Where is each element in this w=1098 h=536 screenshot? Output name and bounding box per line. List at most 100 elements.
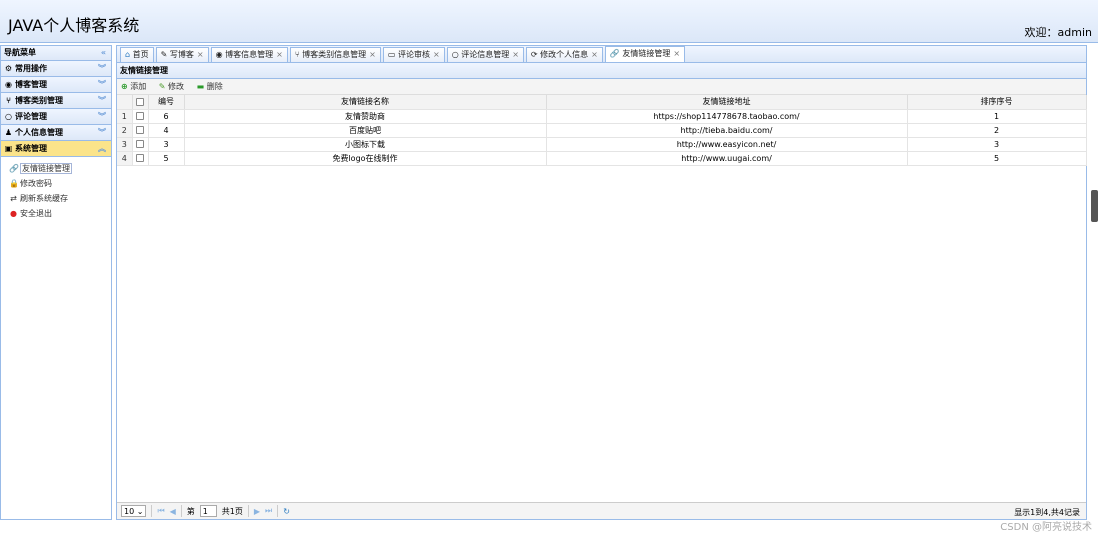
lock-icon: 🔒: [9, 179, 19, 188]
close-icon[interactable]: ×: [197, 50, 204, 59]
cell-order: 3: [907, 137, 1087, 152]
table-header: 编号 友情链接名称 友情链接地址 排序序号: [117, 95, 1087, 110]
column-header-name[interactable]: 友情链接名称: [184, 95, 547, 110]
column-header-url[interactable]: 友情链接地址: [546, 95, 908, 110]
prev-page-icon[interactable]: ◀: [170, 507, 176, 516]
tab-edit-profile[interactable]: ⟳ 修改个人信息 ×: [525, 47, 603, 62]
sidebar-section-system[interactable]: ▣ 系统管理 ︽: [1, 141, 111, 157]
cell-name: 百度贴吧: [184, 123, 547, 138]
review-icon: ▭: [387, 50, 396, 59]
sidebar-section-comment[interactable]: ○ 评论管理 ︾: [1, 109, 111, 125]
close-icon[interactable]: ×: [673, 49, 680, 58]
sidebar-item-change-password[interactable]: 🔒修改密码: [1, 176, 111, 191]
add-button[interactable]: ⊕ 添加: [121, 82, 146, 91]
page-number-input[interactable]: 1: [199, 505, 217, 517]
system-icon: ▣: [4, 144, 13, 153]
tab-blog-type-manage[interactable]: ⑂ 博客类别信息管理 ×: [289, 47, 381, 62]
cell-url: http://www.uugai.com/: [546, 151, 908, 166]
tab-label: 博客信息管理: [225, 50, 274, 59]
edit-button[interactable]: ✎ 修改: [159, 82, 184, 91]
divider: [247, 505, 249, 517]
next-page-icon[interactable]: ▶: [254, 507, 260, 516]
blog-icon: ◉: [215, 50, 223, 59]
row-checkbox[interactable]: [132, 137, 149, 152]
select-all-checkbox[interactable]: [132, 95, 149, 110]
first-page-icon[interactable]: ⏮: [157, 506, 164, 516]
cell-order: 1: [907, 109, 1087, 124]
app-header: JAVA个人博客系统 欢迎：admin: [0, 0, 1098, 43]
chevron-down-icon: ︾: [98, 112, 106, 121]
divider: [151, 505, 153, 517]
add-label: 添加: [130, 82, 147, 91]
sidebar-section-personal[interactable]: ♟ 个人信息管理 ︾: [1, 125, 111, 141]
sidebar-item-logout[interactable]: ● 安全退出: [1, 206, 111, 221]
table-row[interactable]: 3 3 小图标下载 http://www.easyicon.net/ 3: [117, 137, 1087, 152]
tab-comment-manage[interactable]: ○ 评论信息管理 ×: [446, 47, 524, 62]
chevron-down-icon: ︾: [98, 80, 106, 89]
section-label: 博客类别管理: [15, 96, 63, 105]
cell-url: https://shop114778678.taobao.com/: [546, 109, 908, 124]
tab-home[interactable]: ⌂ 首页: [120, 47, 154, 62]
link-icon: 🔗: [609, 49, 620, 58]
close-icon[interactable]: ×: [433, 50, 440, 59]
table-row[interactable]: 4 5 免费logo在线制作 http://www.uugai.com/ 5: [117, 151, 1087, 166]
cell-name: 免费logo在线制作: [184, 151, 547, 166]
close-icon[interactable]: ×: [591, 50, 598, 59]
sidebar-section-blog-type[interactable]: ⑂ 博客类别管理 ︾: [1, 93, 111, 109]
cell-name: 友情赞助商: [184, 109, 547, 124]
section-label: 评论管理: [15, 112, 47, 121]
sidebar-section-common[interactable]: ⚙ 常用操作 ︾: [1, 61, 111, 77]
table-row[interactable]: 2 4 百度贴吧 http://tieba.baidu.com/ 2: [117, 123, 1087, 138]
close-icon[interactable]: ×: [369, 50, 376, 59]
close-icon[interactable]: ×: [276, 50, 283, 59]
close-icon[interactable]: ×: [512, 50, 519, 59]
tab-label: 修改个人信息: [540, 50, 589, 59]
tab-blog-manage[interactable]: ◉ 博客信息管理 ×: [210, 47, 288, 62]
edit-label: 修改: [168, 82, 185, 91]
column-header-order[interactable]: 排序序号: [907, 95, 1087, 110]
tab-link-manage[interactable]: 🔗 友情链接管理 ×: [604, 46, 686, 62]
section-label: 博客管理: [15, 80, 47, 89]
reload-icon[interactable]: ↻: [283, 507, 290, 516]
section-label: 个人信息管理: [15, 128, 63, 137]
page-prefix: 第: [186, 506, 195, 516]
row-checkbox[interactable]: [132, 123, 149, 138]
chevron-down-icon: ︾: [98, 96, 106, 105]
gear-icon: ⚙: [4, 64, 13, 73]
row-checkbox[interactable]: [132, 109, 149, 124]
cell-id: 5: [148, 151, 185, 166]
tab-label: 友情链接管理: [622, 49, 671, 58]
sidebar-item-refresh-cache[interactable]: ⇄ 刷新系统缓存: [1, 191, 111, 206]
tab-write-blog[interactable]: ✎ 写博客 ×: [155, 47, 209, 62]
item-label: 修改密码: [20, 179, 52, 188]
divider: [277, 505, 279, 517]
toolbar: ⊕ 添加 ✎ 修改 ▬ 删除: [117, 79, 1086, 95]
refresh-icon: ⇄: [10, 194, 17, 203]
pagination-bar: 10 ⌄ ⏮ ◀ 第 1 共1页 ▶ ⏭ ↻ 显示1到4,共4记录: [117, 502, 1086, 519]
sidebar-section-blog[interactable]: ◉ 博客管理 ︾: [1, 77, 111, 93]
table-row[interactable]: 1 6 友情赞助商 https://shop114778678.taobao.c…: [117, 109, 1087, 124]
cell-id: 3: [148, 137, 185, 152]
delete-button[interactable]: ▬ 删除: [197, 82, 223, 91]
user-icon: ♟: [4, 128, 13, 137]
main-panel: ⌂ 首页 ✎ 写博客 × ◉ 博客信息管理 × ⑂ 博客类别信息管理 × ▭ 评论审核…: [116, 45, 1087, 520]
row-checkbox[interactable]: [132, 151, 149, 166]
tab-label: 评论审核: [397, 50, 430, 59]
section-label: 常用操作: [15, 64, 47, 73]
side-scroll-handle[interactable]: [1091, 190, 1098, 222]
home-icon: ⌂: [125, 50, 131, 59]
tab-comment-review[interactable]: ▭ 评论审核 ×: [382, 47, 445, 62]
item-label: 安全退出: [20, 209, 52, 218]
chevron-up-icon: ︽: [98, 144, 106, 153]
page-size-select[interactable]: 10 ⌄: [121, 505, 147, 517]
column-header-id[interactable]: 编号: [148, 95, 185, 110]
chevron-down-icon: ︾: [98, 64, 106, 73]
comment-icon: ○: [451, 50, 459, 59]
tab-label: 博客类别信息管理: [302, 50, 367, 59]
sidebar-item-link-manage[interactable]: 🔗 友情链接管理: [1, 161, 111, 176]
section-label: 系统管理: [15, 144, 47, 153]
collapse-icon[interactable]: «: [101, 46, 106, 60]
last-page-icon[interactable]: ⏭: [265, 506, 272, 516]
tab-label: 首页: [132, 50, 149, 59]
welcome-text: 欢迎：admin: [1024, 26, 1092, 39]
